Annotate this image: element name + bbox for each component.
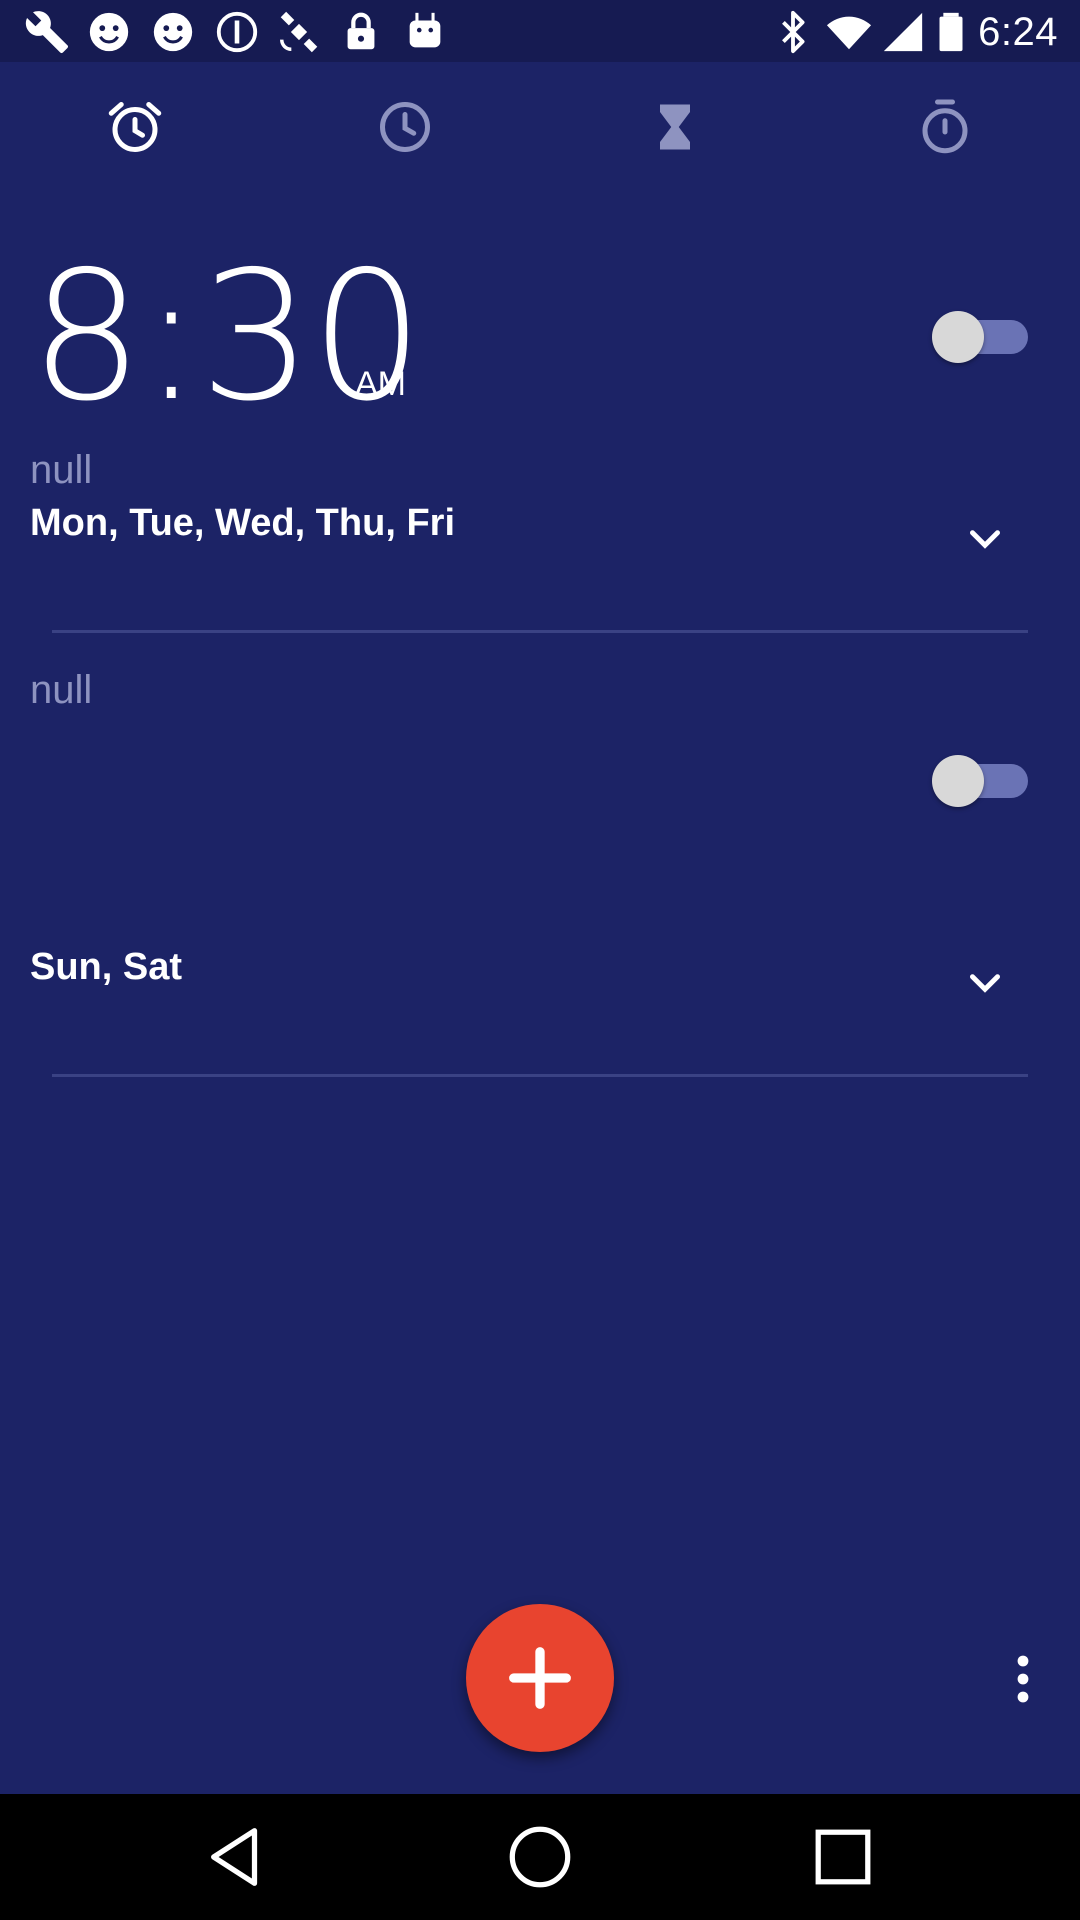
battery-icon: [939, 12, 963, 52]
alarm-toggle[interactable]: [932, 746, 1032, 807]
navigation-bar: [0, 1794, 1080, 1920]
bluetooth-icon: [782, 10, 805, 54]
tab-timer[interactable]: [640, 92, 710, 162]
alarm-clock-icon: [108, 102, 162, 152]
add-alarm-button[interactable]: [466, 1604, 614, 1752]
alarm-label[interactable]: null: [30, 448, 92, 493]
alarm-label[interactable]: null: [30, 668, 92, 713]
clock-icon: [380, 102, 430, 152]
more-vert-icon[interactable]: [1000, 1652, 1046, 1706]
hourglass-icon: [660, 104, 690, 150]
home-icon[interactable]: [505, 1822, 575, 1892]
recents-icon[interactable]: [808, 1822, 878, 1892]
smiley-icon: [89, 12, 129, 52]
chevron-down-icon[interactable]: [960, 958, 1010, 1008]
divider: [52, 1074, 1028, 1077]
alarm-period: AM: [355, 365, 406, 403]
toggle-thumb: [932, 311, 984, 363]
back-icon[interactable]: [202, 1822, 272, 1892]
android-icon: [409, 12, 441, 48]
alarm-days: Mon, Tue, Wed, Thu, Fri: [30, 502, 455, 544]
tab-alarm[interactable]: [100, 92, 170, 162]
divider: [52, 630, 1028, 633]
alarm-days: Sun, Sat: [30, 946, 183, 988]
alarm-toggle[interactable]: [932, 302, 1032, 363]
stopwatch-icon: [922, 99, 968, 154]
satellite-icon: [280, 11, 318, 53]
wrench-icon: [25, 11, 69, 54]
info-icon: [216, 11, 258, 53]
tab-stopwatch[interactable]: [910, 92, 980, 162]
tab-bar: [0, 62, 1080, 192]
chevron-down-icon[interactable]: [960, 514, 1010, 564]
toggle-thumb: [932, 755, 984, 807]
status-bar: 6:24: [0, 0, 1080, 62]
lock-icon: [347, 12, 375, 50]
smiley-icon: [153, 12, 193, 52]
wifi-icon: [826, 16, 872, 50]
tab-clock[interactable]: [370, 92, 440, 162]
signal-icon: [883, 12, 923, 52]
plus-icon: [509, 1647, 571, 1709]
status-clock: 6:24: [978, 10, 1058, 54]
